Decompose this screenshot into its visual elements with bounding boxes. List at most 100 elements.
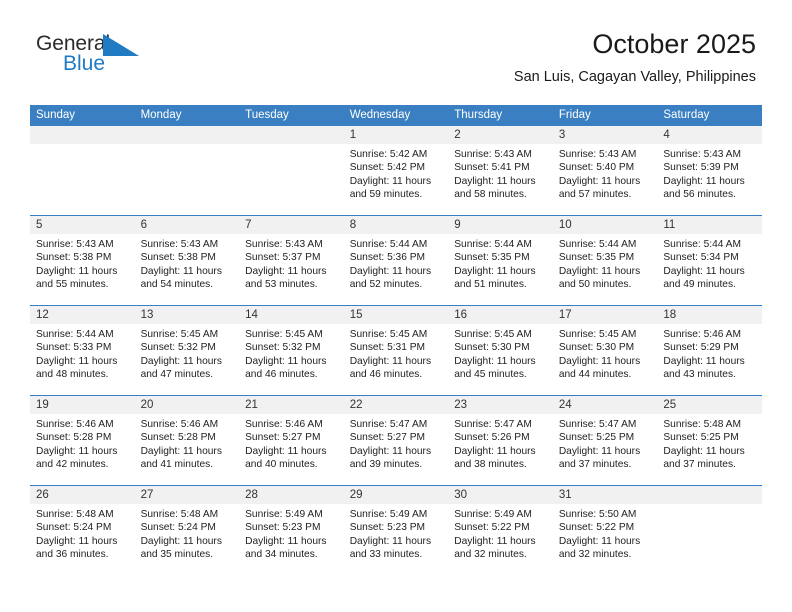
calendar-day-cell[interactable]: 29 Sunrise: 5:49 AM Sunset: 5:23 PM Dayligh… bbox=[343, 485, 449, 575]
sunrise-text: Sunrise: 5:44 AM bbox=[36, 329, 114, 340]
day-details: Sunrise: 5:45 AM Sunset: 5:30 PM Daylight:… bbox=[448, 324, 553, 382]
calendar-day-cell[interactable]: 11 Sunrise: 5:44 AM Sunset: 5:34 PM Dayligh… bbox=[657, 215, 762, 306]
calendar-day-cell[interactable]: 5 Sunrise: 5:43 AM Sunset: 5:38 PM Daylight… bbox=[30, 215, 135, 306]
sunrise-text: Sunrise: 5:43 AM bbox=[36, 239, 114, 250]
calendar-day-cell[interactable]: 17 Sunrise: 5:45 AM Sunset: 5:30 PM Dayligh… bbox=[552, 305, 658, 396]
sunset-text: Sunset: 5:30 PM bbox=[454, 342, 530, 354]
calendar-day-cell[interactable]: 14 Sunrise: 5:45 AM Sunset: 5:32 PM Dayligh… bbox=[239, 305, 344, 396]
sunrise-text: Sunrise: 5:45 AM bbox=[245, 329, 323, 340]
calendar-day-cell[interactable]: 20 Sunrise: 5:46 AM Sunset: 5:28 PM Dayligh… bbox=[134, 395, 240, 486]
day-number: 31 bbox=[552, 486, 658, 504]
calendar-day-cell[interactable]: 16 Sunrise: 5:45 AM Sunset: 5:30 PM Dayligh… bbox=[448, 305, 553, 396]
sunrise-text: Sunrise: 5:49 AM bbox=[349, 509, 428, 520]
day-details: Sunrise: 5:48 AM Sunset: 5:25 PM Daylight:… bbox=[657, 414, 762, 472]
sunset-text: Sunset: 5:24 PM bbox=[36, 522, 112, 534]
sunrise-text: Sunrise: 5:48 AM bbox=[140, 509, 219, 520]
calendar-day-cell[interactable]: 22 Sunrise: 5:47 AM Sunset: 5:27 PM Dayligh… bbox=[343, 395, 449, 486]
day-details: Sunrise: 5:46 AM Sunset: 5:28 PM Daylight:… bbox=[135, 414, 240, 472]
calendar-day-cell[interactable]: 13 Sunrise: 5:45 AM Sunset: 5:32 PM Dayligh… bbox=[134, 305, 240, 396]
calendar-day-cell[interactable]: 30 Sunrise: 5:49 AM Sunset: 5:22 PM Dayligh… bbox=[448, 485, 553, 575]
calendar-week-row: 26 Sunrise: 5:48 AM Sunset: 5:24 PM Dayligh… bbox=[30, 485, 762, 575]
calendar-day-cell[interactable]: 27 Sunrise: 5:48 AM Sunset: 5:24 PM Dayligh… bbox=[134, 485, 240, 575]
calendar-day-cell[interactable]: 4 Sunrise: 5:43 AM Sunset: 5:39 PM Daylight… bbox=[657, 126, 762, 216]
sunrise-text: Sunrise: 5:47 AM bbox=[558, 419, 637, 430]
calendar-header-row: Sunday Monday Tuesday Wednesday Thursday… bbox=[30, 105, 762, 126]
day-number: 23 bbox=[448, 396, 553, 414]
sunset-text: Sunset: 5:22 PM bbox=[558, 522, 635, 534]
daylight-text: Daylight: 11 hours and 43 minutes. bbox=[663, 355, 745, 381]
sunrise-text: Sunrise: 5:50 AM bbox=[558, 509, 637, 520]
day-details: Sunrise: 5:47 AM Sunset: 5:26 PM Daylight:… bbox=[448, 414, 553, 472]
day-number: 20 bbox=[134, 396, 240, 414]
calendar-day-cell[interactable]: 28 Sunrise: 5:49 AM Sunset: 5:23 PM Dayligh… bbox=[239, 485, 344, 575]
sunrise-text: Sunrise: 5:45 AM bbox=[558, 329, 637, 340]
sunset-text: Sunset: 5:34 PM bbox=[663, 252, 739, 264]
calendar-day-cell[interactable]: 26 Sunrise: 5:48 AM Sunset: 5:24 PM Dayligh… bbox=[30, 485, 135, 575]
title-block: October 2025 San Luis, Cagayan Valley, P… bbox=[514, 28, 756, 86]
day-number bbox=[134, 126, 240, 144]
sunrise-text: Sunrise: 5:49 AM bbox=[454, 509, 532, 520]
calendar-day-cell[interactable]: 25 Sunrise: 5:48 AM Sunset: 5:25 PM Dayligh… bbox=[657, 395, 762, 486]
calendar-day-cell[interactable]: 1 Sunrise: 5:42 AM Sunset: 5:42 PM Daylight… bbox=[343, 126, 449, 216]
day-number: 25 bbox=[657, 396, 762, 414]
daylight-text: Daylight: 11 hours and 55 minutes. bbox=[36, 265, 118, 291]
sunset-text: Sunset: 5:26 PM bbox=[454, 432, 530, 444]
sunrise-text: Sunrise: 5:43 AM bbox=[454, 149, 532, 160]
daylight-text: Daylight: 11 hours and 40 minutes. bbox=[245, 445, 327, 471]
daylight-text: Daylight: 11 hours and 34 minutes. bbox=[245, 535, 327, 561]
calendar-day-cell[interactable]: 3 Sunrise: 5:43 AM Sunset: 5:40 PM Daylight… bbox=[552, 126, 658, 216]
daylight-text: Daylight: 11 hours and 39 minutes. bbox=[349, 445, 432, 471]
day-details: Sunrise: 5:42 AM Sunset: 5:42 PM Daylight:… bbox=[344, 144, 449, 202]
sunset-text: Sunset: 5:30 PM bbox=[558, 342, 635, 354]
day-number: 24 bbox=[552, 396, 658, 414]
day-details: Sunrise: 5:48 AM Sunset: 5:24 PM Daylight:… bbox=[30, 504, 135, 562]
calendar-day-cell[interactable]: 10 Sunrise: 5:44 AM Sunset: 5:35 PM Dayligh… bbox=[552, 215, 658, 306]
day-number: 14 bbox=[239, 306, 344, 324]
calendar-day-cell[interactable]: 2 Sunrise: 5:43 AM Sunset: 5:41 PM Daylight… bbox=[448, 126, 553, 216]
calendar-day-cell[interactable]: 21 Sunrise: 5:46 AM Sunset: 5:27 PM Dayligh… bbox=[239, 395, 344, 486]
daylight-text: Daylight: 11 hours and 32 minutes. bbox=[558, 535, 641, 561]
calendar-day-cell[interactable]: 23 Sunrise: 5:47 AM Sunset: 5:26 PM Dayligh… bbox=[448, 395, 553, 486]
day-details: Sunrise: 5:46 AM Sunset: 5:28 PM Daylight:… bbox=[30, 414, 135, 472]
calendar-day-cell[interactable]: 19 Sunrise: 5:46 AM Sunset: 5:28 PM Dayligh… bbox=[30, 395, 135, 486]
sunset-text: Sunset: 5:42 PM bbox=[349, 162, 426, 174]
day-details: Sunrise: 5:43 AM Sunset: 5:38 PM Daylight:… bbox=[30, 234, 135, 292]
day-details: Sunrise: 5:49 AM Sunset: 5:23 PM Daylight:… bbox=[344, 504, 449, 562]
daylight-text: Daylight: 11 hours and 36 minutes. bbox=[36, 535, 118, 561]
day-number: 3 bbox=[552, 126, 658, 144]
sunset-text: Sunset: 5:32 PM bbox=[140, 342, 216, 354]
day-number: 29 bbox=[343, 486, 449, 504]
calendar-day-cell[interactable]: 7 Sunrise: 5:43 AM Sunset: 5:37 PM Daylight… bbox=[239, 215, 344, 306]
sunset-text: Sunset: 5:24 PM bbox=[140, 522, 216, 534]
sunrise-text: Sunrise: 5:44 AM bbox=[663, 239, 741, 250]
day-number: 19 bbox=[30, 396, 135, 414]
daylight-text: Daylight: 11 hours and 49 minutes. bbox=[663, 265, 745, 291]
sunrise-text: Sunrise: 5:45 AM bbox=[454, 329, 532, 340]
day-number: 1 bbox=[343, 126, 449, 144]
calendar-day-cell[interactable]: 31 Sunrise: 5:50 AM Sunset: 5:22 PM Dayligh… bbox=[552, 485, 658, 575]
calendar-day-cell[interactable]: 9 Sunrise: 5:44 AM Sunset: 5:35 PM Daylight… bbox=[448, 215, 553, 306]
sunrise-text: Sunrise: 5:45 AM bbox=[349, 329, 428, 340]
generalblue-logo[interactable]: General Blue bbox=[36, 32, 166, 80]
day-number: 11 bbox=[657, 216, 762, 234]
calendar-day-cell[interactable]: 24 Sunrise: 5:47 AM Sunset: 5:25 PM Dayligh… bbox=[552, 395, 658, 486]
calendar-day-cell[interactable]: 15 Sunrise: 5:45 AM Sunset: 5:31 PM Dayligh… bbox=[343, 305, 449, 396]
day-number bbox=[657, 486, 762, 504]
calendar-day-cell[interactable]: 6 Sunrise: 5:43 AM Sunset: 5:38 PM Daylight… bbox=[134, 215, 240, 306]
calendar-day-cell[interactable]: 18 Sunrise: 5:46 AM Sunset: 5:29 PM Dayligh… bbox=[657, 305, 762, 396]
daylight-text: Daylight: 11 hours and 56 minutes. bbox=[663, 175, 745, 201]
calendar-day-cell[interactable]: 12 Sunrise: 5:44 AM Sunset: 5:33 PM Dayligh… bbox=[30, 305, 135, 396]
sunrise-text: Sunrise: 5:42 AM bbox=[349, 149, 428, 160]
day-number: 7 bbox=[239, 216, 344, 234]
daylight-text: Daylight: 11 hours and 58 minutes. bbox=[454, 175, 536, 201]
sunset-text: Sunset: 5:25 PM bbox=[558, 432, 635, 444]
day-number: 4 bbox=[657, 126, 762, 144]
page-subtitle: San Luis, Cagayan Valley, Philippines bbox=[513, 69, 756, 85]
daylight-text: Daylight: 11 hours and 37 minutes. bbox=[663, 445, 745, 471]
day-details: Sunrise: 5:45 AM Sunset: 5:31 PM Daylight:… bbox=[344, 324, 449, 382]
daylight-text: Daylight: 11 hours and 33 minutes. bbox=[349, 535, 432, 561]
triangle-right-icon bbox=[103, 34, 139, 56]
calendar-day-cell[interactable]: 8 Sunrise: 5:44 AM Sunset: 5:36 PM Daylight… bbox=[343, 215, 449, 306]
sunset-text: Sunset: 5:40 PM bbox=[558, 162, 635, 174]
sunrise-text: Sunrise: 5:49 AM bbox=[245, 509, 323, 520]
